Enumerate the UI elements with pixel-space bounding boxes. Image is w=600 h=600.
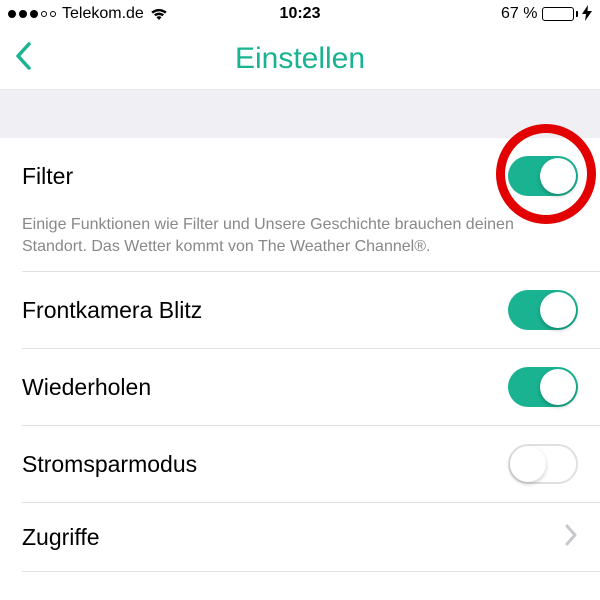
section-spacer — [0, 90, 600, 138]
carrier-label: Telekom.de — [62, 5, 144, 23]
status-left: Telekom.de — [8, 5, 168, 23]
power-save-label: Stromsparmodus — [22, 451, 197, 478]
settings-section: Filter Einige Funktionen wie Filter und … — [0, 138, 600, 572]
status-bar: Telekom.de 10:23 67 % — [0, 0, 600, 28]
page-title: Einstellen — [235, 42, 365, 76]
nav-bar: Einstellen — [0, 28, 600, 90]
front-flash-toggle[interactable] — [508, 290, 578, 330]
filter-label: Filter — [22, 163, 73, 190]
filter-toggle[interactable] — [508, 156, 578, 196]
row-filter: Filter — [0, 138, 600, 214]
wifi-icon — [150, 7, 168, 21]
access-label: Zugriffe — [22, 524, 100, 551]
divider — [22, 571, 600, 572]
signal-strength-icon — [8, 10, 56, 18]
row-power-save: Stromsparmodus — [0, 426, 600, 502]
row-repeat: Wiederholen — [0, 349, 600, 425]
clock: 10:23 — [280, 5, 321, 23]
status-right: 67 % — [501, 5, 592, 24]
filter-description: Einige Funktionen wie Filter und Unsere … — [0, 214, 600, 271]
row-access[interactable]: Zugriffe — [0, 503, 600, 571]
front-flash-label: Frontkamera Blitz — [22, 297, 202, 324]
charging-icon — [582, 5, 592, 24]
chevron-right-icon — [564, 521, 578, 553]
content: Filter Einige Funktionen wie Filter und … — [0, 90, 600, 572]
battery-percent: 67 % — [501, 5, 537, 23]
back-button[interactable] — [14, 41, 32, 77]
repeat-toggle[interactable] — [508, 367, 578, 407]
battery-icon — [542, 7, 579, 21]
row-front-flash: Frontkamera Blitz — [0, 272, 600, 348]
repeat-label: Wiederholen — [22, 374, 151, 401]
power-save-toggle[interactable] — [508, 444, 578, 484]
